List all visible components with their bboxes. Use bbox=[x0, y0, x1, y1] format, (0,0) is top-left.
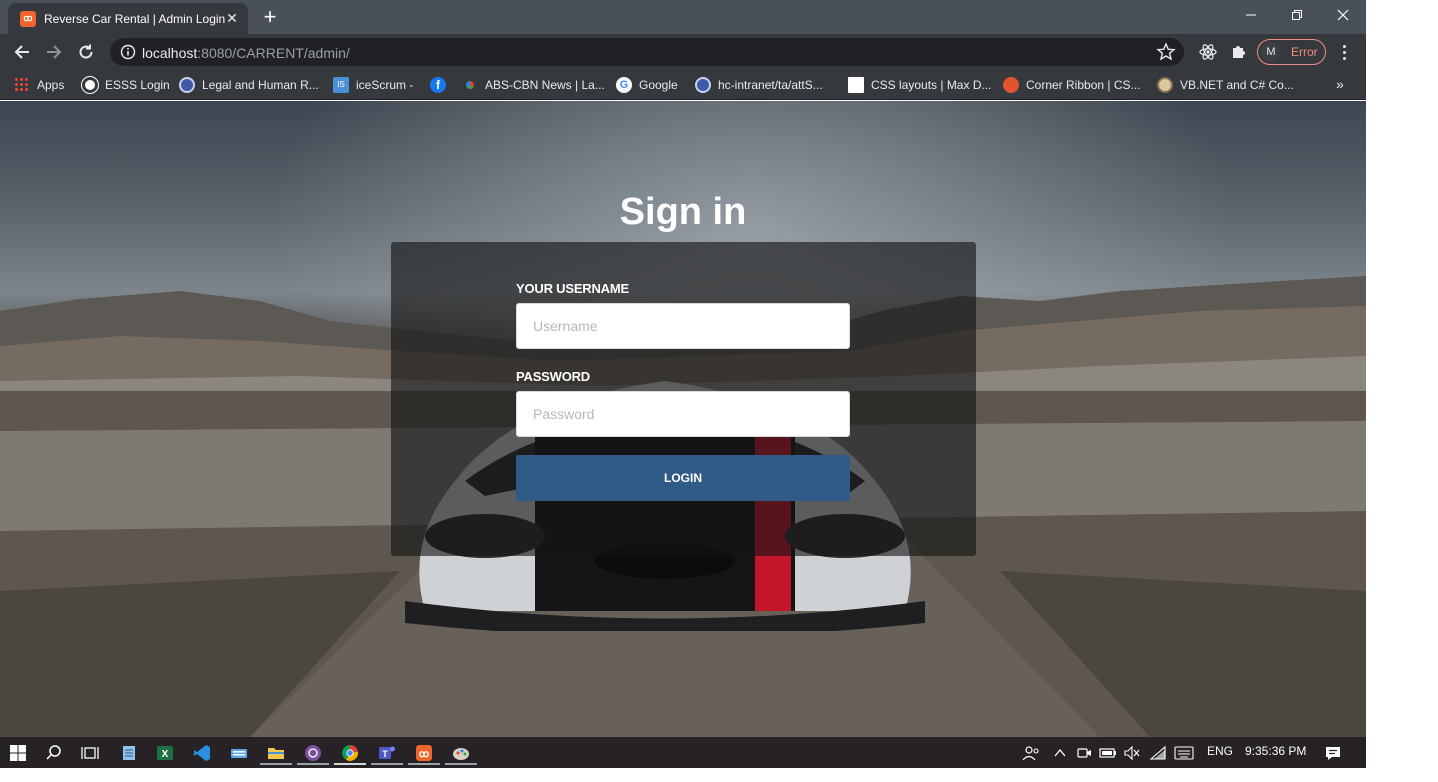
more-bookmarks-button[interactable]: » bbox=[1336, 76, 1344, 92]
close-icon bbox=[1337, 9, 1349, 21]
bookmark-facebook[interactable]: f bbox=[430, 76, 446, 94]
password-label: PASSWORD bbox=[516, 369, 590, 384]
bookmark-icescrum[interactable]: IS iceScrum - bbox=[333, 76, 413, 94]
clock[interactable]: 9:35:36 PM bbox=[1245, 744, 1306, 758]
browser-toolbar: localhost:8080/CARRENT/admin/ M Error bbox=[0, 34, 1366, 70]
bookmark-esss-login[interactable]: ESSS Login bbox=[82, 76, 170, 94]
avatar: M bbox=[1261, 42, 1281, 62]
teams-icon[interactable]: T bbox=[371, 741, 403, 765]
css-layouts-icon bbox=[848, 77, 864, 93]
tab-title: Reverse Car Rental | Admin Login bbox=[44, 11, 226, 26]
windows-start-icon[interactable] bbox=[6, 741, 30, 765]
seal-icon bbox=[179, 77, 195, 93]
extensions-puzzle-icon[interactable] bbox=[1229, 42, 1249, 62]
restore-icon bbox=[1292, 10, 1302, 20]
apps-grid-icon bbox=[14, 77, 30, 93]
wifi-icon[interactable] bbox=[1146, 741, 1170, 765]
reload-button[interactable] bbox=[74, 40, 98, 64]
file-explorer-icon[interactable] bbox=[260, 741, 292, 765]
notifications-icon[interactable] bbox=[1321, 741, 1345, 765]
username-input[interactable] bbox=[516, 303, 850, 349]
arrow-left-icon bbox=[14, 45, 29, 59]
svg-text:ꝏ: ꝏ bbox=[419, 749, 429, 760]
info-icon bbox=[120, 44, 136, 60]
close-tab-icon[interactable]: ✕ bbox=[224, 10, 240, 26]
windows-taskbar: X T ꝏ ENG 9:35:36 PM bbox=[0, 737, 1366, 768]
abs-cbn-icon bbox=[462, 77, 478, 93]
bookmark-google[interactable]: G Google bbox=[616, 76, 678, 94]
bookmark-css-layouts[interactable]: CSS layouts | Max D... bbox=[848, 76, 992, 94]
language-indicator[interactable]: ENG bbox=[1207, 744, 1233, 758]
login-page: Sign in YOUR USERNAME PASSWORD LOGIN bbox=[0, 101, 1366, 737]
bookmark-hc-intranet[interactable]: hc-intranet/ta/attS... bbox=[695, 76, 823, 94]
bookmarks-bar: Apps ESSS Login Legal and Human R... IS … bbox=[0, 70, 1366, 100]
excel-icon[interactable]: X bbox=[153, 741, 177, 765]
viber-icon[interactable] bbox=[297, 741, 329, 765]
reload-icon bbox=[79, 44, 93, 59]
paint-icon[interactable] bbox=[445, 741, 477, 765]
react-devtools-icon[interactable] bbox=[1198, 42, 1218, 62]
forward-button[interactable] bbox=[42, 40, 66, 64]
keyboard-icon[interactable] bbox=[227, 741, 251, 765]
password-input[interactable] bbox=[516, 391, 850, 437]
close-window-button[interactable] bbox=[1320, 0, 1366, 30]
address-bar[interactable]: localhost:8080/CARRENT/admin/ bbox=[110, 38, 1184, 66]
volume-muted-icon[interactable] bbox=[1120, 741, 1144, 765]
username-label: YOUR USERNAME bbox=[516, 281, 629, 296]
profile-error-label: Error bbox=[1291, 45, 1318, 59]
bookmark-apps[interactable]: Apps bbox=[14, 76, 64, 94]
svg-text:X: X bbox=[162, 749, 169, 760]
xampp-icon[interactable]: ꝏ bbox=[408, 741, 440, 765]
bookmark-star-icon[interactable] bbox=[1156, 42, 1176, 62]
touch-keyboard-icon[interactable] bbox=[1172, 741, 1196, 765]
task-view-icon[interactable] bbox=[78, 741, 102, 765]
profile-button[interactable]: M Error bbox=[1257, 39, 1326, 65]
globe-icon bbox=[82, 77, 98, 93]
minimize-button[interactable] bbox=[1228, 0, 1274, 30]
browser-tab[interactable]: ꝏ Reverse Car Rental | Admin Login ✕ bbox=[8, 3, 248, 34]
vscode-icon[interactable] bbox=[190, 741, 214, 765]
url-text: localhost:8080/CARRENT/admin/ bbox=[142, 45, 350, 61]
bookmark-corner-ribbon[interactable]: Corner Ribbon | CS... bbox=[1003, 76, 1141, 94]
bookmark-vbnet[interactable]: VB.NET and C# Co... bbox=[1157, 76, 1294, 94]
login-button[interactable]: LOGIN bbox=[516, 455, 850, 501]
bookmark-abs-cbn[interactable]: ABS-CBN News | La... bbox=[462, 76, 605, 94]
restore-button[interactable] bbox=[1274, 0, 1320, 30]
browser-menu-icon[interactable] bbox=[1334, 42, 1354, 62]
tab-strip: ꝏ Reverse Car Rental | Admin Login ✕ + bbox=[0, 0, 1366, 34]
svg-text:T: T bbox=[382, 749, 388, 759]
arrow-right-icon bbox=[47, 45, 62, 59]
converter-icon bbox=[1157, 77, 1173, 93]
show-hidden-icons-icon[interactable] bbox=[1048, 741, 1072, 765]
seal-icon bbox=[695, 77, 711, 93]
battery-icon[interactable] bbox=[1096, 741, 1120, 765]
back-button[interactable] bbox=[10, 40, 34, 64]
search-icon[interactable] bbox=[42, 741, 66, 765]
minimize-icon bbox=[1246, 14, 1256, 16]
people-icon[interactable] bbox=[1019, 741, 1043, 765]
icescrum-icon: IS bbox=[333, 77, 349, 93]
codepen-icon bbox=[1003, 77, 1019, 93]
page-title: Sign in bbox=[619, 191, 747, 233]
bookmark-legal[interactable]: Legal and Human R... bbox=[179, 76, 319, 94]
meet-now-icon[interactable] bbox=[1072, 741, 1096, 765]
chrome-icon[interactable] bbox=[334, 741, 366, 765]
xampp-icon: ꝏ bbox=[20, 10, 36, 27]
google-icon: G bbox=[616, 77, 632, 93]
facebook-icon: f bbox=[430, 77, 446, 93]
login-panel: YOUR USERNAME PASSWORD LOGIN bbox=[391, 242, 976, 556]
new-tab-button[interactable]: + bbox=[258, 6, 282, 28]
screen: ꝏ Reverse Car Rental | Admin Login ✕ + l… bbox=[0, 0, 1366, 768]
notepad-icon[interactable] bbox=[117, 741, 141, 765]
